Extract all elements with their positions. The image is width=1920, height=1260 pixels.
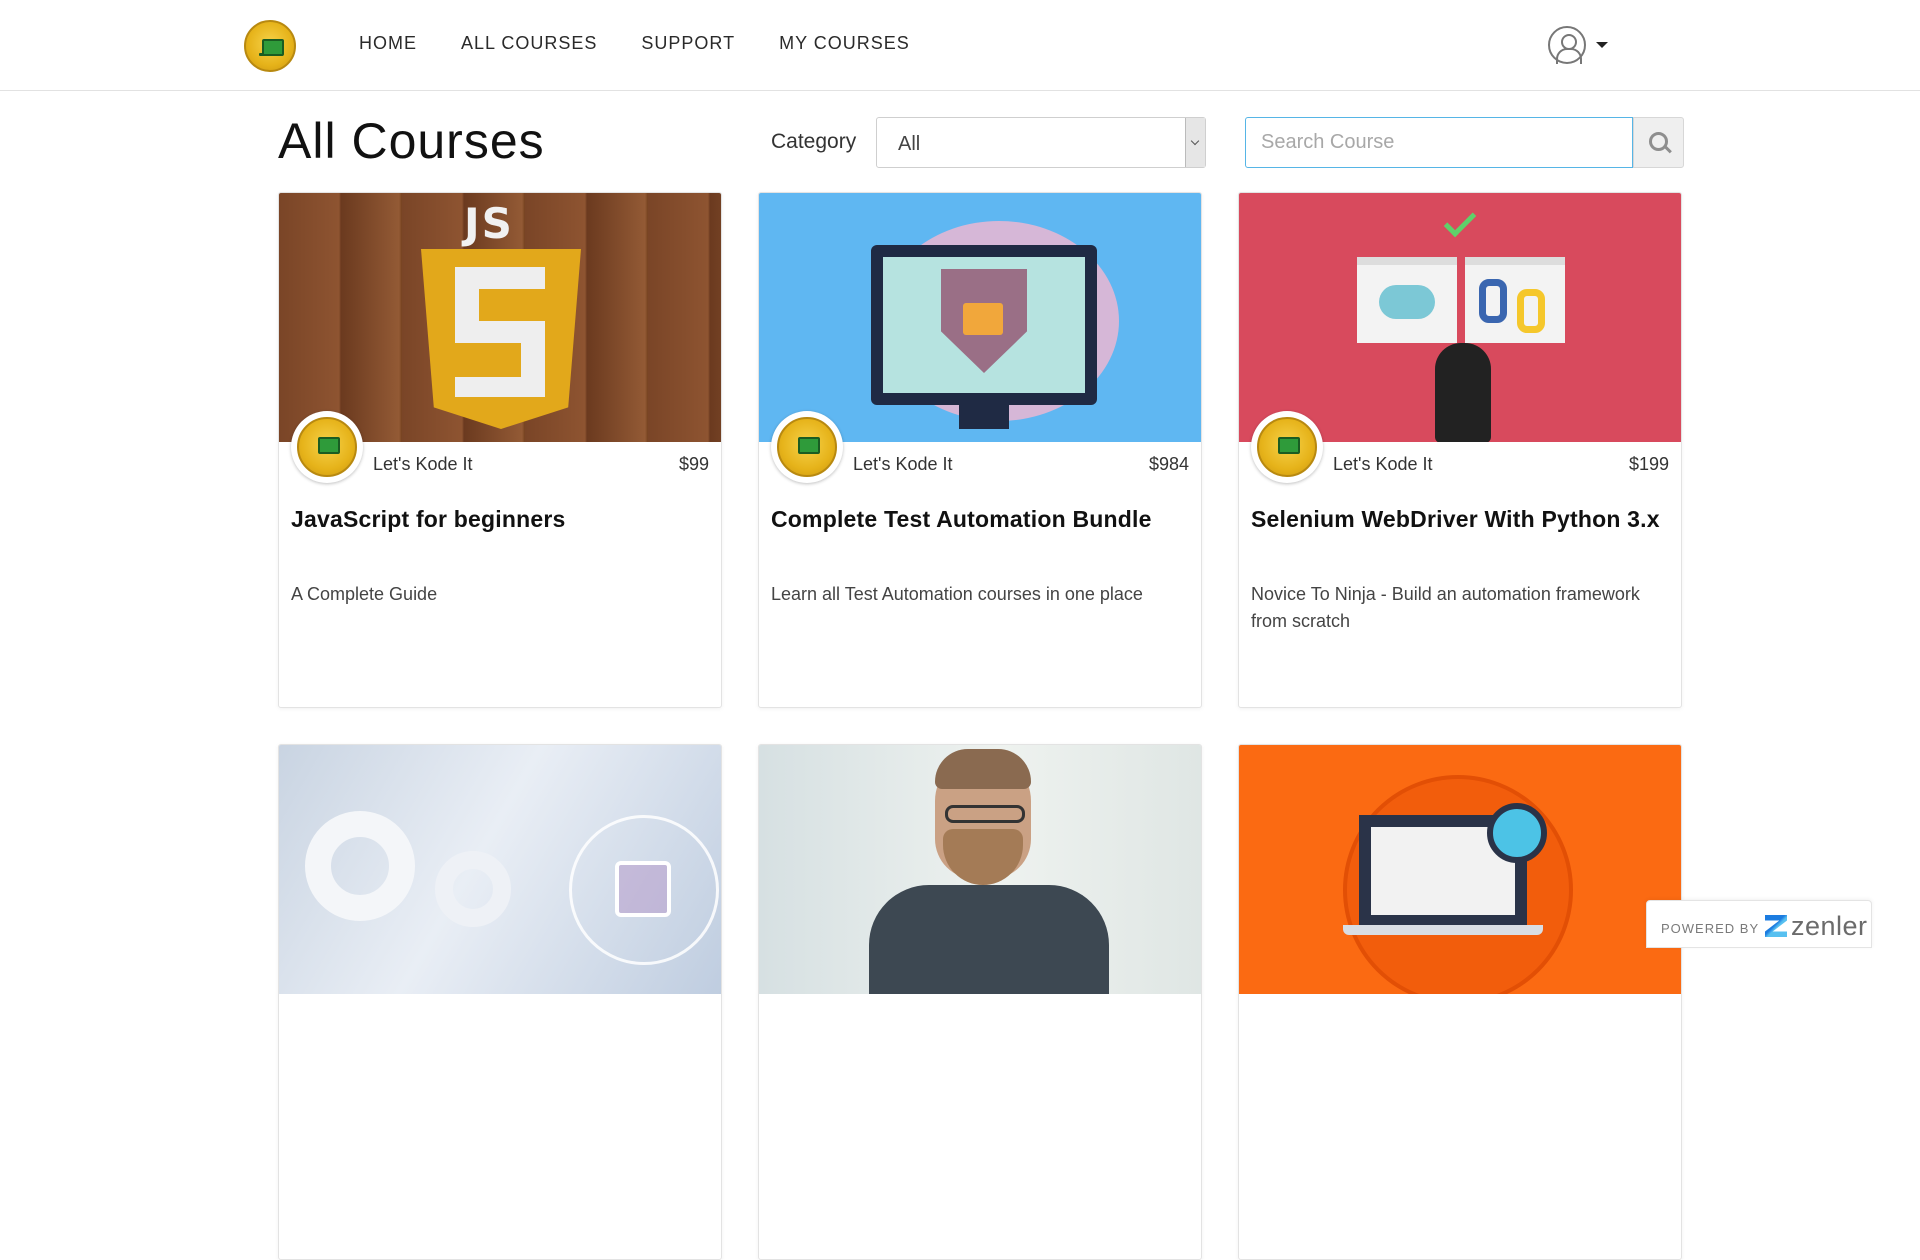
nav-home[interactable]: HOME (359, 33, 417, 54)
course-title[interactable]: Complete Test Automation Bundle (771, 506, 1191, 533)
js-logo-icon: JS (464, 199, 514, 248)
course-price: $199 (1628, 454, 1669, 474)
course-thumbnail[interactable] (279, 745, 721, 994)
python-logo-icon (1479, 279, 1507, 323)
gear-icon (305, 811, 415, 921)
cloud-server-icon (1379, 285, 1435, 319)
nav-support[interactable]: SUPPORT (641, 33, 735, 54)
magnifier-icon (1487, 803, 1547, 863)
nav-all-courses[interactable]: ALL COURSES (461, 33, 597, 54)
zenler-brand: zenler (1791, 911, 1868, 941)
course-author: Let's Kode It (1333, 454, 1433, 474)
course-title[interactable]: JavaScript for beginners (291, 506, 711, 533)
powered-by-label: POWERED BY (1661, 921, 1760, 936)
lock-icon (963, 303, 1003, 335)
course-subtitle: Novice To Ninja - Build an automation fr… (1251, 584, 1640, 631)
main-nav: HOME ALL COURSES SUPPORT MY COURSES (359, 33, 954, 54)
course-author: Let's Kode It (373, 454, 473, 474)
course-card[interactable] (278, 744, 722, 1260)
caret-down-icon[interactable] (1596, 42, 1608, 48)
course-card[interactable]: Let's Kode It $199 Selenium WebDriver Wi… (1238, 192, 1682, 708)
author-avatar (771, 411, 843, 483)
page-title: All Courses (278, 113, 545, 169)
chip-icon (615, 861, 671, 917)
gear-icon (435, 851, 511, 927)
course-price: $984 (1148, 454, 1189, 474)
search-input[interactable] (1245, 117, 1633, 168)
nav-my-courses[interactable]: MY COURSES (779, 33, 910, 54)
author-avatar (1251, 411, 1323, 483)
category-value: All (898, 133, 921, 155)
category-label: Category (771, 130, 857, 153)
course-card[interactable] (1238, 744, 1682, 1260)
user-avatar-icon[interactable] (1548, 26, 1586, 64)
course-thumbnail[interactable] (759, 193, 1201, 442)
course-price: $99 (678, 454, 709, 474)
author-avatar (291, 411, 363, 483)
course-subtitle: A Complete Guide (291, 584, 438, 604)
user-menu[interactable] (1548, 26, 1608, 64)
course-card[interactable] (758, 744, 1202, 1260)
zenler-logo-icon (1765, 915, 1787, 937)
site-logo[interactable] (244, 20, 296, 72)
ninja-figure (1435, 343, 1491, 442)
powered-by-badge[interactable]: POWERED BY zenler (1646, 900, 1872, 948)
course-title[interactable]: Selenium WebDriver With Python 3.x (1251, 506, 1671, 533)
search-button[interactable] (1633, 117, 1684, 168)
checkmark-icon (1443, 204, 1477, 238)
course-thumbnail[interactable]: JS (279, 193, 721, 442)
course-author: Let's Kode It (853, 454, 953, 474)
site-header: HOME ALL COURSES SUPPORT MY COURSES (0, 0, 1920, 91)
course-thumbnail[interactable] (1239, 745, 1681, 994)
course-subtitle: Learn all Test Automation courses in one… (771, 584, 1143, 604)
course-card[interactable]: Let's Kode It $984 Complete Test Automat… (758, 192, 1202, 708)
category-select[interactable]: All (876, 117, 1206, 168)
course-thumbnail[interactable] (759, 745, 1201, 994)
course-card[interactable]: JS Let's Kode It $99 JavaScript for begi… (278, 192, 722, 708)
chevron-down-icon[interactable] (1185, 118, 1205, 167)
course-thumbnail[interactable] (1239, 193, 1681, 442)
